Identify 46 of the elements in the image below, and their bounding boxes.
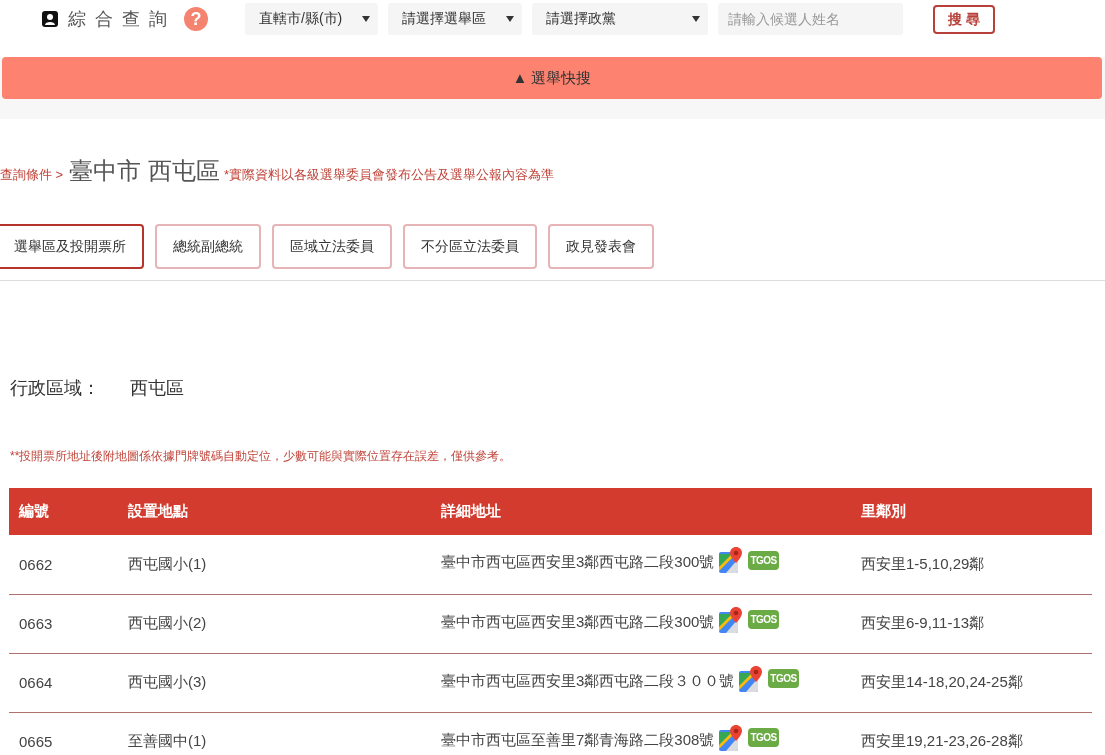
quick-search-button[interactable]: ▲ 選舉快搜: [2, 57, 1102, 99]
address-text: 臺中市西屯區西安里3鄰西屯路二段300號: [441, 612, 715, 632]
column-header: 詳細地址: [431, 488, 851, 535]
search-field[interactable]: 請輸入候選人姓名: [718, 3, 903, 35]
tab[interactable]: 區域立法委員: [272, 224, 392, 269]
column-header: 里鄰別: [851, 488, 1092, 535]
address-text: 臺中市西屯區西安里3鄰西屯路二段300號: [441, 553, 715, 573]
user-badge-icon: [42, 11, 58, 27]
tab[interactable]: 政見發表會: [548, 224, 654, 269]
map-pin-icon[interactable]: [719, 547, 744, 574]
map-pin-icon[interactable]: [719, 606, 744, 633]
table-cell: 西安里6-9,11-13鄰: [851, 594, 1092, 653]
table-cell: 0664: [9, 653, 118, 712]
table-cell: 西安里14-18,20,24-25鄰: [851, 653, 1092, 712]
column-header: 設置地點: [118, 488, 431, 535]
disclaimer-text: *實際資料以各級選舉委員會發布公告及選舉公報內容為準: [223, 166, 554, 184]
dropdown[interactable]: 請選擇選舉區: [388, 3, 522, 35]
district-label: 行政區域：: [10, 377, 101, 400]
address-text: 臺中市西屯區至善里7鄰青海路二段308號: [441, 730, 715, 750]
table-cell: 西安里19,21-23,26-28鄰: [851, 712, 1092, 755]
table-cell: 西屯國小(2): [118, 594, 431, 653]
tab[interactable]: 總統副總統: [155, 224, 261, 269]
tab[interactable]: 選舉區及投開票所: [0, 224, 144, 269]
map-pin-icon[interactable]: [739, 665, 764, 692]
location-heading: 臺中市 西屯區: [69, 156, 220, 186]
caret-icon: [506, 16, 514, 22]
column-header: 編號: [9, 488, 118, 535]
dropdown[interactable]: 直轄市/縣(市): [245, 3, 378, 35]
tab[interactable]: 不分區立法委員: [403, 224, 537, 269]
search-button[interactable]: 搜尋: [933, 5, 995, 34]
table-cell: 0662: [9, 535, 118, 594]
table-cell: 0665: [9, 712, 118, 755]
table-cell: 0663: [9, 594, 118, 653]
map-pin-icon[interactable]: [719, 724, 744, 751]
breadcrumb-link[interactable]: 查詢條件 >: [0, 166, 64, 184]
district-value: 西屯區: [130, 377, 184, 400]
caret-icon: [362, 16, 370, 22]
address-text: 臺中市西屯區西安里3鄰西屯路二段３００號: [441, 671, 735, 691]
dropdown[interactable]: 請選擇政黨: [532, 3, 708, 35]
page-title: 綜合查詢: [68, 8, 176, 31]
caret-icon: [692, 16, 700, 22]
table-cell: 西屯國小(3): [118, 653, 431, 712]
table-cell: 至善國中(1): [118, 712, 431, 755]
table-cell: 西屯國小(1): [118, 535, 431, 594]
table-cell: 西安里1-5,10,29鄰: [851, 535, 1092, 594]
map-note: **投開票所地址後附地圖係依據門牌號碼自動定位，少數可能與實際位置存在誤差，僅供參考。: [10, 448, 513, 465]
